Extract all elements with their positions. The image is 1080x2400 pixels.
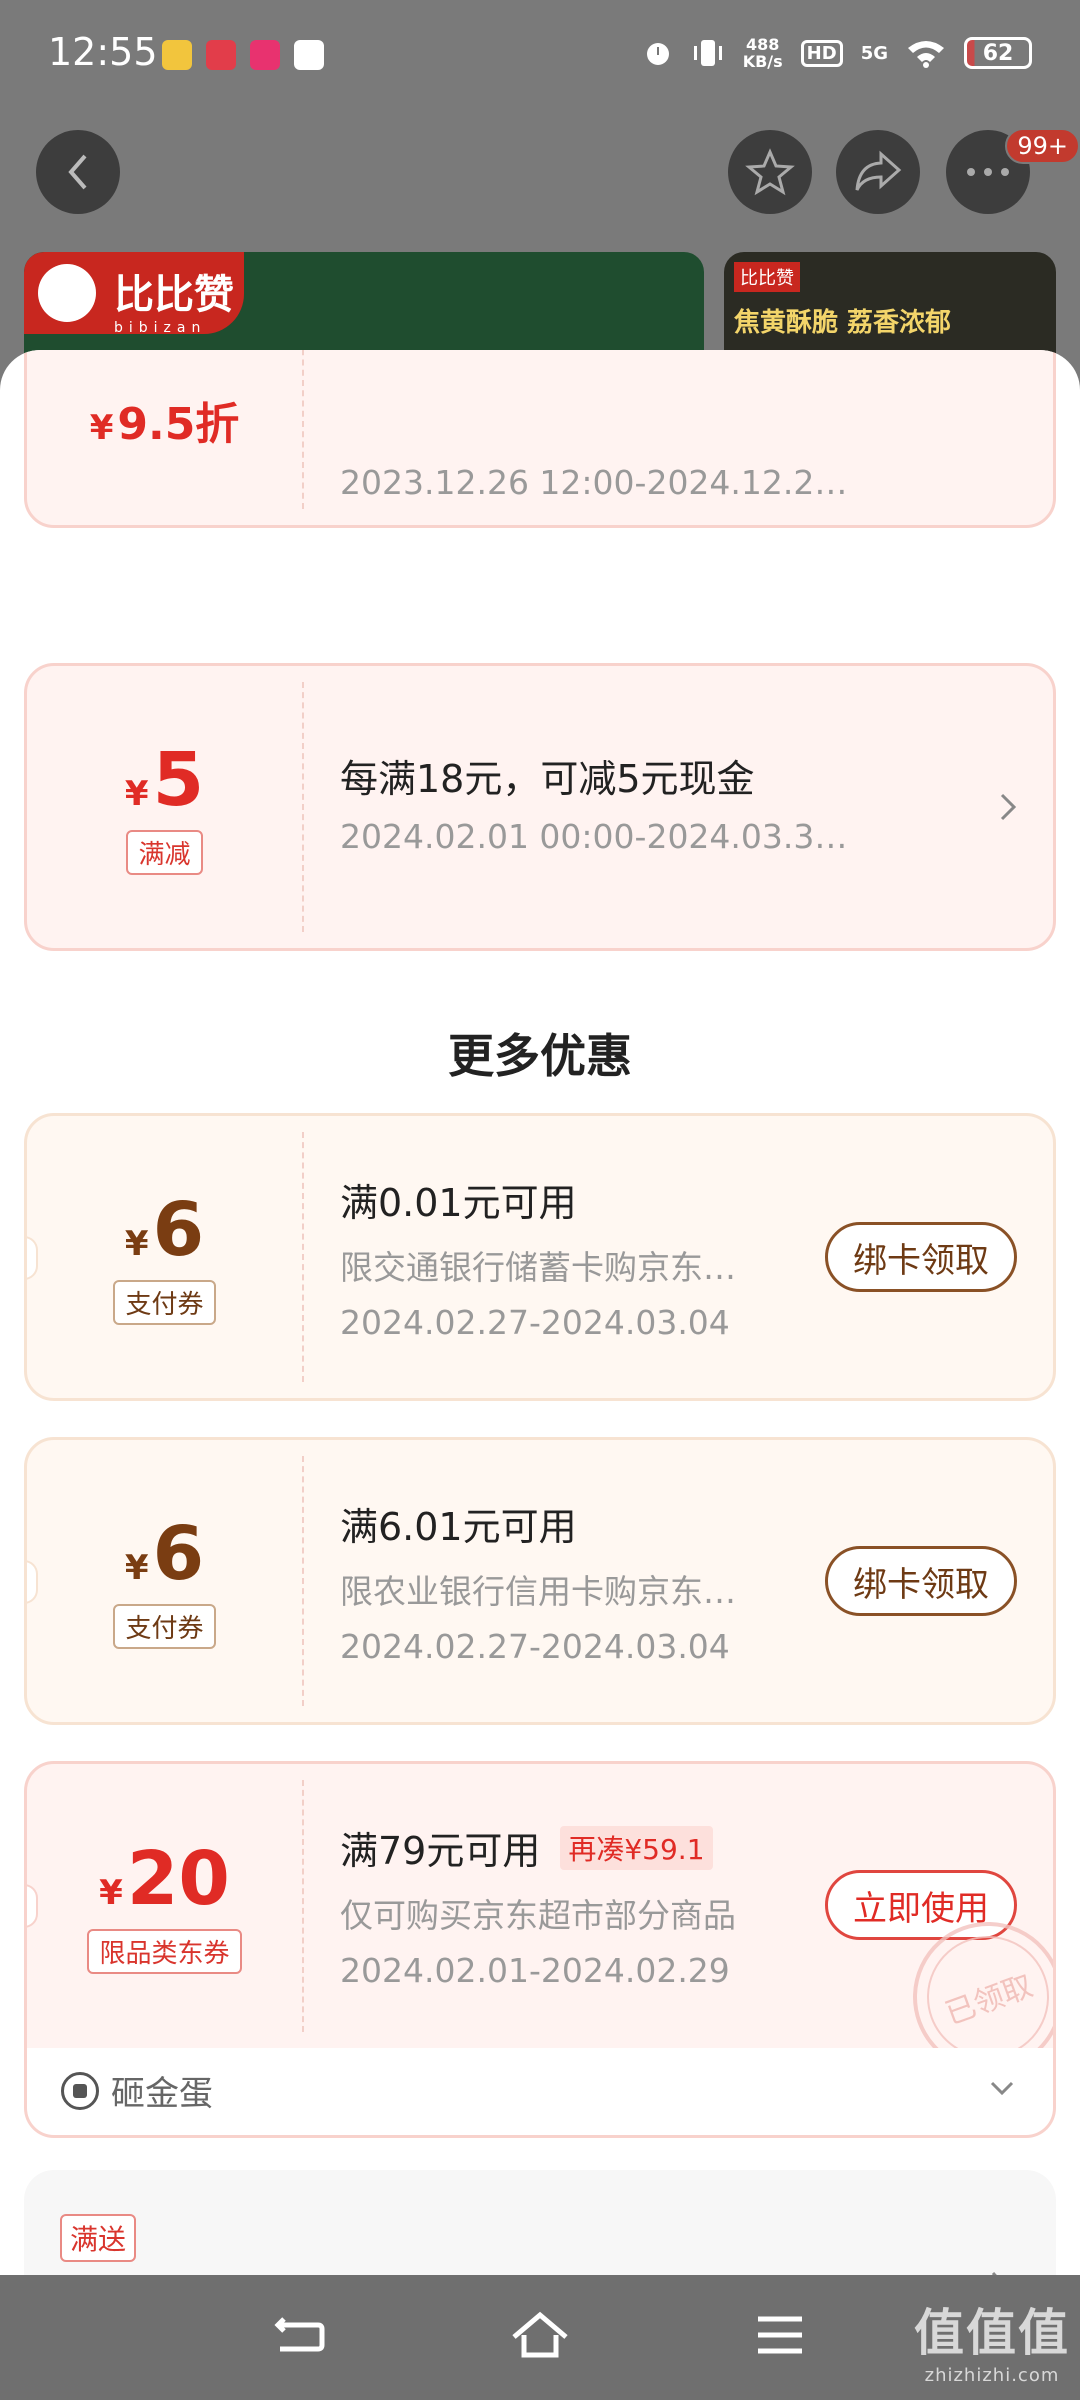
coupon-card[interactable]: ¥20 限品类东券 满79元可用 再凑¥59.1 仅可购买京东超市部分商品 20… (24, 1761, 1056, 2051)
bind-card-claim-button[interactable]: 绑卡领取 (825, 1222, 1017, 1292)
coupon-amount: ¥6 (124, 1186, 205, 1273)
coupon-type-tag: 满减 (126, 829, 203, 875)
coupon-desc: 仅可购买京东超市部分商品 (340, 1896, 736, 1935)
coupon-title: 每满18元，可减5元现金 (340, 757, 755, 801)
coupon-title: 满6.01元可用 (340, 1505, 577, 1549)
back-nav-icon[interactable] (270, 2305, 330, 2365)
coupon-date: 2024.02.27-2024.03.04 (340, 1627, 730, 1666)
back-button[interactable] (36, 130, 120, 214)
system-nav-bar: 值值值 zhizhizhi.com (0, 2275, 1080, 2400)
coupon-amount: ¥20 (99, 1835, 230, 1922)
coupon-date: 2024.02.27-2024.03.04 (340, 1303, 730, 1342)
calendar-icon (294, 40, 324, 70)
home-nav-icon[interactable] (510, 2305, 570, 2365)
menu-nav-icon[interactable] (750, 2305, 810, 2365)
coupon-desc: 限农业银行信用卡购京东… (340, 1572, 736, 1611)
app-notification-icon (250, 40, 280, 70)
add-more-chip: 再凑¥59.1 (560, 1825, 713, 1870)
coupon-card[interactable]: ¥5 满减 每满18元，可减5元现金 2024.02.01 00:00-2024… (24, 663, 1056, 951)
status-time: 12:55 (48, 30, 158, 74)
coupon-date: 2024.02.01-2024.02.29 (340, 1951, 730, 1990)
chevron-right-icon (1000, 793, 1017, 821)
bind-card-claim-button[interactable]: 绑卡领取 (825, 1546, 1017, 1616)
vibrate-icon (693, 40, 722, 66)
coupon-date: 2023.12.26 12:00-2024.12.2… (340, 463, 848, 502)
status-bar: 12:55 488 KB/s HD 5G 62 (0, 0, 1080, 110)
share-icon (855, 150, 902, 191)
more-dots-icon (967, 168, 1009, 176)
coupon-sheet: 优惠 ¥9.5折 2023.12.26 12:00-2024.12.2… ¥5 … (0, 350, 1080, 2275)
more-offers-title: 更多优惠 (448, 1029, 632, 1083)
coupon-date: 2024.02.01 00:00-2024.03.3… (340, 817, 848, 856)
coupon-amount: ¥5 (124, 736, 205, 823)
coupon-amount: ¥6 (124, 1510, 205, 1597)
alarm-icon (646, 43, 669, 65)
product-banner-secondary[interactable]: 比比赞 焦黄酥脆 荔香浓郁 (724, 252, 1056, 362)
brand-mark-icon (38, 264, 96, 322)
app-notification-icon (206, 40, 236, 70)
notification-icons (162, 40, 324, 70)
hd-indicator: HD (800, 39, 843, 67)
coupon-type-tag: 支付券 (113, 1279, 216, 1325)
chevron-down-icon (990, 2081, 1014, 2096)
app-notification-icon (162, 40, 192, 70)
coupon-type-tag: 支付券 (113, 1603, 216, 1649)
network-indicator: 5G (860, 42, 888, 64)
watermark: 值值值 zhizhizhi.com (914, 2304, 1070, 2386)
net-speed: 488 KB/s (742, 35, 783, 71)
share-button[interactable] (836, 130, 920, 214)
coupon-card[interactable]: ¥6 支付券 满6.01元可用 限农业银行信用卡购京东… 2024.02.27-… (24, 1437, 1056, 1725)
egg-icon (61, 2072, 99, 2110)
battery-indicator: 62 (964, 37, 1032, 69)
wifi-icon (908, 41, 944, 68)
notification-badge: 99+ (1005, 128, 1080, 164)
coupon-title: 满79元可用 (340, 1829, 541, 1873)
coupon-type-tag: 限品类东券 (87, 1928, 242, 1974)
favorite-button[interactable] (728, 130, 812, 214)
star-icon (745, 148, 795, 196)
brand-tag: 比比赞 (734, 262, 800, 292)
product-banner[interactable]: 比比赞 bibizan (24, 252, 704, 362)
coupon-desc: 限交通银行储蓄卡购京东… (340, 1248, 736, 1287)
chevron-left-icon (68, 154, 87, 190)
coupon-amount: ¥9.5折 (89, 399, 240, 450)
banner-slogan: 焦黄酥脆 荔香浓郁 (734, 308, 952, 338)
coupon-title: 满0.01元可用 (340, 1181, 577, 1225)
promo-type-tag: 满送 (60, 2214, 137, 2262)
golden-egg-label: 砸金蛋 (111, 2074, 213, 2114)
golden-egg-bar[interactable]: 砸金蛋 (24, 2048, 1056, 2138)
gift-promo-card[interactable]: 满送 (24, 2170, 1056, 2275)
coupon-card[interactable]: ¥9.5折 2023.12.26 12:00-2024.12.2… (24, 350, 1056, 528)
coupon-card[interactable]: ¥6 支付券 满0.01元可用 限交通银行储蓄卡购京东… 2024.02.27-… (24, 1113, 1056, 1401)
